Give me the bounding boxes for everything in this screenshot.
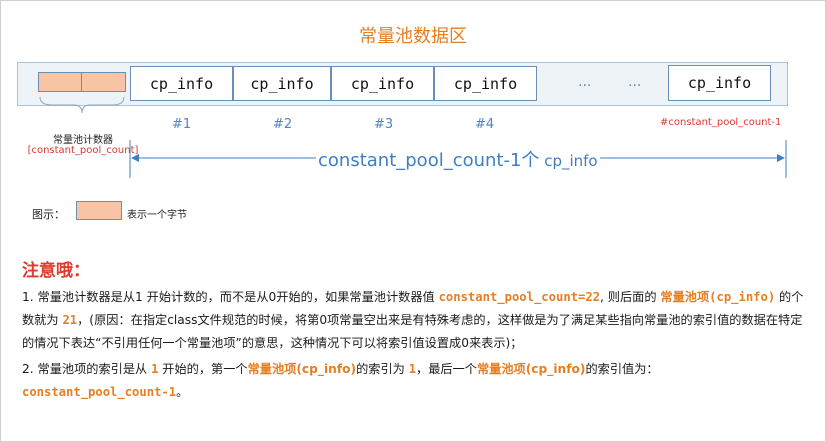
note-1-text-d: ，(原因：在指定class文件规范的时候，将第0项常量空出来是有特殊考虑的，这样… <box>22 313 803 350</box>
note-2-end: 。 <box>176 385 189 399</box>
cp-info-cell-2: cp_info <box>233 66 331 101</box>
count-tail: cp_info <box>539 152 598 170</box>
counter-brace-icon <box>39 96 125 114</box>
byte-divider <box>81 73 82 91</box>
cp-info-cell-last: cp_info <box>668 65 771 101</box>
legend-label: 图示： <box>32 208 65 221</box>
note-1-text-b: , 则后面的 <box>600 290 661 304</box>
count-main: constant_pool_count-1个 <box>318 150 540 171</box>
index-4: #4 <box>475 117 495 132</box>
diagram-title: 常量池数据区 <box>359 26 467 47</box>
ellipsis-2: ... <box>628 74 642 90</box>
note-1-code-cpinfo: (cp_info) <box>709 290 776 304</box>
note-2-text-d: ，最后一个 <box>416 362 477 376</box>
note-2-term-first: 常量池项(cp_info) <box>247 362 357 376</box>
note-2-text-e: 的索引值为： <box>585 362 659 376</box>
ellipsis-1: ... <box>578 74 592 90</box>
note-1-term: 常量池项 <box>660 290 710 304</box>
index-2: #2 <box>273 117 293 132</box>
note-1-number: 21 <box>62 313 78 327</box>
note-paragraph-1: 1. 常量池计数器是从1 开始计数的，而不是从0开始的，如果常量池计数器值 co… <box>22 286 806 355</box>
note-2-code-last: constant_pool_count-1 <box>22 385 177 399</box>
note-2-text-c: 的索引为 <box>356 362 409 376</box>
note-1-text-a: 1. 常量池计数器是从1 开始计数的，而不是从0开始的，如果常量池计数器值 <box>22 290 439 304</box>
note-2-first-index: 1 <box>408 362 417 376</box>
index-3: #3 <box>374 117 394 132</box>
cp-info-cell-4: cp_info <box>434 66 537 101</box>
legend-swatch <box>76 201 122 220</box>
index-last: #constant_pool_count-1 <box>660 117 782 128</box>
note-paragraph-2: 2. 常量池项的索引是从 1 开始的，第一个常量池项(cp_info)的索引为 … <box>22 358 806 404</box>
note-2-term-last: 常量池项(cp_info) <box>476 362 586 376</box>
legend-description: 表示一个字节 <box>127 210 187 221</box>
note-2-text-b: 开始的，第一个 <box>158 362 248 376</box>
count-label: constant_pool_count-1个 cp_info <box>318 146 598 172</box>
cp-info-cell-1: cp_info <box>130 66 233 101</box>
note-1-code-count: constant_pool_count=22 <box>438 290 601 304</box>
note-2-text-a: 2. 常量池项的索引是从 <box>22 362 152 376</box>
index-1: #1 <box>172 117 192 132</box>
note-title: 注意哦： <box>22 261 90 281</box>
constant-pool-counter-bytes <box>38 72 126 92</box>
cp-info-cell-3: cp_info <box>331 66 434 101</box>
